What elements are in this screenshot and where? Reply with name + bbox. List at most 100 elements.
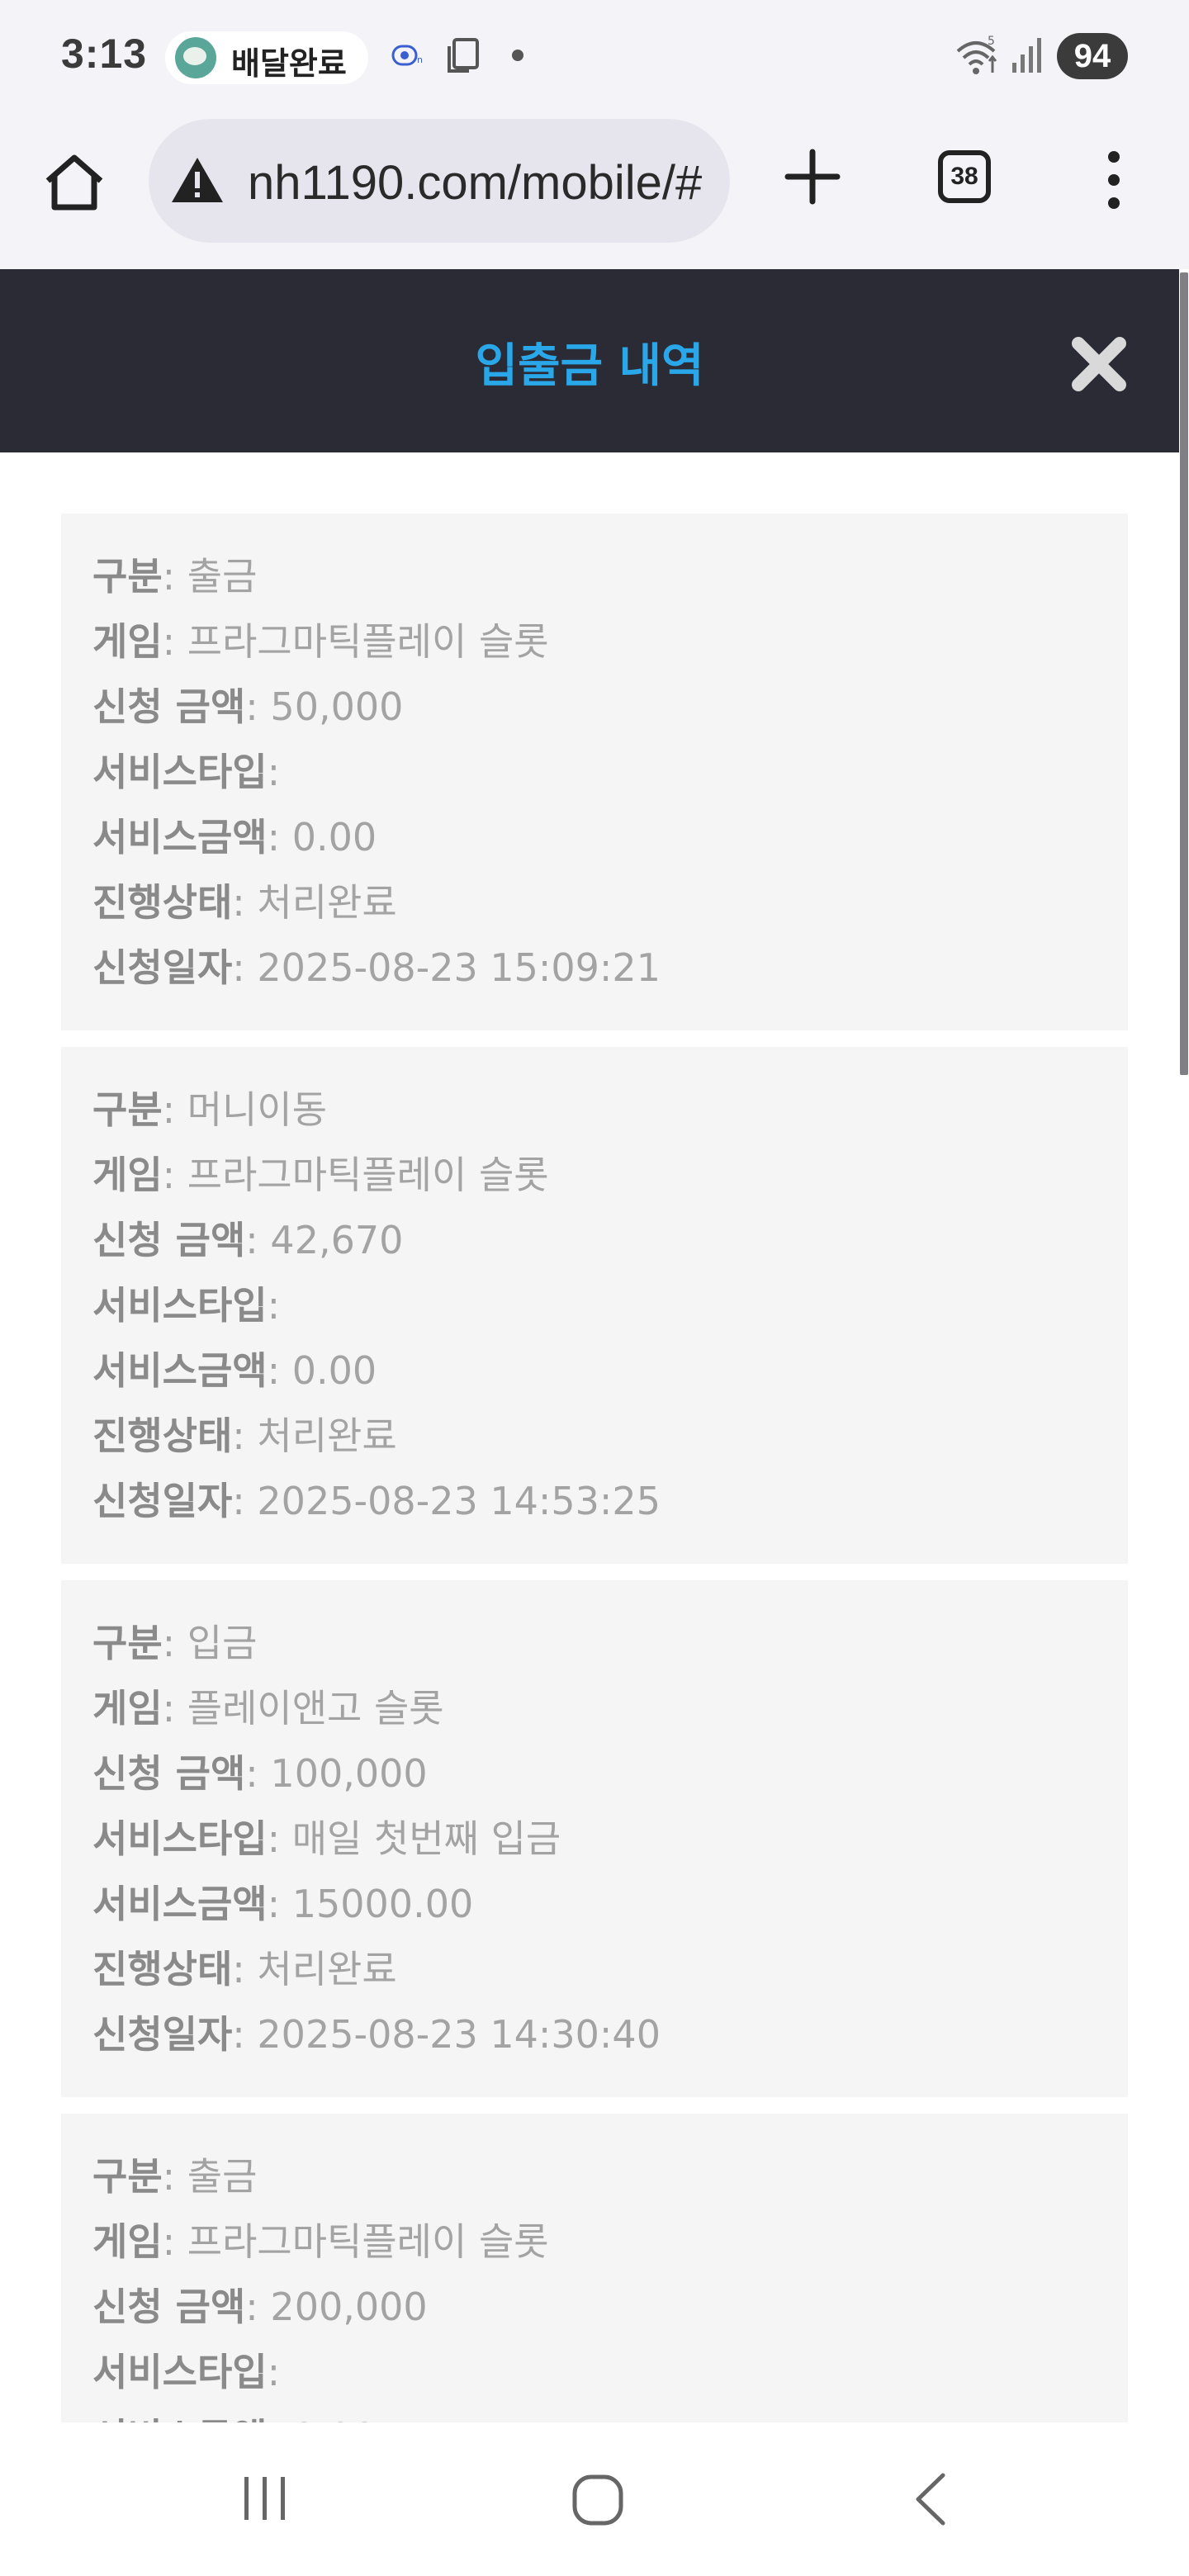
- game-label: 게임: [92, 1686, 163, 1731]
- app-avatar-icon: [175, 37, 216, 78]
- date-value: 2025-08-23 15:09:21: [257, 945, 661, 990]
- notification-chip: 배달완료: [165, 31, 368, 84]
- service-type-row: 서비스타입:: [92, 2350, 281, 2394]
- game-value: 프라그마틱플레이 슬롯: [187, 2219, 549, 2264]
- status-time: 3:13: [61, 31, 148, 77]
- service-type-row: 서비스타입: 매일 첫번째 입금: [92, 1816, 561, 1861]
- notification-text: 배달완료: [231, 45, 347, 82]
- status-value: 처리완료: [257, 880, 397, 925]
- modal-title: 입출금 내역: [475, 339, 704, 393]
- service-type-label: 서비스타입: [92, 750, 268, 794]
- status-row: 진행상태: 처리완료: [92, 1947, 397, 1991]
- service-amount-row: 서비스금액: 0.00: [92, 2413, 377, 2422]
- service-type-label: 서비스타입: [92, 1283, 268, 1328]
- type-label: 구분: [92, 1621, 163, 1665]
- home-icon[interactable]: [41, 149, 107, 215]
- game-value: 프라그마틱플레이 슬롯: [187, 1153, 549, 1197]
- svg-text:5: 5: [988, 35, 995, 48]
- type-value: 머니이동: [187, 1087, 328, 1132]
- service-amount-value: 0.00: [291, 815, 377, 859]
- service-type-value: 매일 첫번째 입금: [291, 1816, 561, 1861]
- game-row: 게임: 프라그마틱플레이 슬롯: [92, 619, 549, 664]
- copy-icon: [448, 38, 479, 73]
- type-row: 구분: 입금: [92, 1621, 258, 1665]
- service-amount-label: 서비스금액: [92, 1882, 268, 1926]
- amount-row: 신청 금액: 100,000: [92, 1751, 428, 1796]
- signal-icon: [1012, 38, 1041, 73]
- date-label: 신청일자: [92, 2012, 233, 2057]
- service-amount-label: 서비스금액: [92, 2415, 268, 2422]
- service-amount-row: 서비스금액: 0.00: [92, 1348, 377, 1393]
- game-label: 게임: [92, 1153, 163, 1197]
- service-amount-value: 15000.00: [291, 1882, 474, 1926]
- transaction-card: 구분: 출금 게임: 프라그마틱플레이 슬롯 신청 금액: 200,000 서비…: [61, 2114, 1128, 2422]
- service-amount-row: 서비스금액: 15000.00: [92, 1882, 474, 1926]
- notification-dot-icon: [512, 50, 523, 61]
- battery-indicator: 94: [1057, 33, 1128, 79]
- status-bar: 3:13 배달완료 n 5 94: [0, 0, 1189, 112]
- url-text[interactable]: nh1190.com/mobile/#: [248, 155, 702, 211]
- service-amount-row: 서비스금액: 0.00: [92, 815, 377, 859]
- date-label: 신청일자: [92, 945, 233, 990]
- type-value: 입금: [187, 1621, 258, 1665]
- date-value: 2025-08-23 14:30:40: [257, 2012, 661, 2057]
- game-value: 프라그마틱플레이 슬롯: [187, 619, 549, 664]
- status-value: 처리완료: [257, 1413, 397, 1458]
- service-amount-label: 서비스금액: [92, 815, 268, 859]
- game-row: 게임: 프라그마틱플레이 슬롯: [92, 2219, 549, 2264]
- status-row: 진행상태: 처리완료: [92, 880, 397, 925]
- back-icon[interactable]: [912, 2472, 948, 2526]
- type-label: 구분: [92, 554, 163, 599]
- recording-icon: n: [391, 45, 423, 66]
- service-type-label: 서비스타입: [92, 1816, 268, 1861]
- tab-switcher-button[interactable]: 38: [938, 150, 991, 203]
- amount-label: 신청 금액: [92, 2285, 246, 2329]
- service-type-row: 서비스타입:: [92, 1283, 281, 1328]
- game-row: 게임: 플레이앤고 슬롯: [92, 1686, 444, 1731]
- transaction-list: 구분: 출금 게임: 프라그마틱플레이 슬롯 신청 금액: 50,000 서비스…: [61, 514, 1128, 2422]
- game-value: 플레이앤고 슬롯: [187, 1686, 444, 1731]
- service-type-label: 서비스타입: [92, 2350, 268, 2394]
- amount-label: 신청 금액: [92, 1751, 246, 1796]
- new-tab-icon[interactable]: [781, 145, 844, 208]
- game-row: 게임: 프라그마틱플레이 슬롯: [92, 1153, 549, 1197]
- status-row: 진행상태: 처리완료: [92, 1413, 397, 1458]
- browser-toolbar: nh1190.com/mobile/# 38: [0, 112, 1189, 269]
- recents-icon[interactable]: [239, 2474, 291, 2523]
- type-row: 구분: 출금: [92, 2154, 258, 2199]
- service-amount-label: 서비스금액: [92, 1348, 268, 1393]
- amount-value: 42,670: [270, 1218, 404, 1262]
- amount-label: 신청 금액: [92, 1218, 246, 1262]
- game-label: 게임: [92, 619, 163, 664]
- amount-value: 50,000: [270, 684, 404, 729]
- date-row: 신청일자: 2025-08-23 14:53:25: [92, 1479, 661, 1523]
- kebab-menu-icon[interactable]: [1101, 149, 1126, 211]
- scrollbar-thumb[interactable]: [1180, 272, 1188, 1075]
- transaction-card: 구분: 머니이동 게임: 프라그마틱플레이 슬롯 신청 금액: 42,670 서…: [61, 1047, 1128, 1564]
- amount-row: 신청 금액: 200,000: [92, 2285, 428, 2329]
- amount-value: 100,000: [270, 1751, 428, 1796]
- modal-header: 입출금 내역: [0, 269, 1179, 452]
- type-label: 구분: [92, 1087, 163, 1132]
- status-value: 처리완료: [257, 1947, 397, 1991]
- type-value: 출금: [187, 554, 258, 599]
- status-label: 진행상태: [92, 1947, 233, 1991]
- amount-row: 신청 금액: 42,670: [92, 1218, 404, 1262]
- date-row: 신청일자: 2025-08-23 14:30:40: [92, 2012, 661, 2057]
- date-row: 신청일자: 2025-08-23 15:09:21: [92, 945, 661, 990]
- wifi-icon: 5: [956, 35, 997, 74]
- address-bar[interactable]: nh1190.com/mobile/#: [149, 119, 730, 243]
- warning-icon[interactable]: [170, 155, 225, 205]
- service-amount-value: 0.00: [292, 2415, 377, 2422]
- svg-text:n: n: [417, 54, 423, 65]
- amount-row: 신청 금액: 50,000: [92, 684, 404, 729]
- type-value: 출금: [187, 2154, 258, 2199]
- home-circle-icon[interactable]: [571, 2474, 624, 2526]
- date-value: 2025-08-23 14:53:25: [257, 1479, 661, 1523]
- system-nav-bar: [0, 2422, 1189, 2576]
- type-label: 구분: [92, 2154, 163, 2199]
- type-row: 구분: 머니이동: [92, 1087, 328, 1132]
- amount-value: 200,000: [270, 2285, 428, 2329]
- service-type-row: 서비스타입:: [92, 750, 281, 794]
- close-icon[interactable]: [1070, 335, 1128, 393]
